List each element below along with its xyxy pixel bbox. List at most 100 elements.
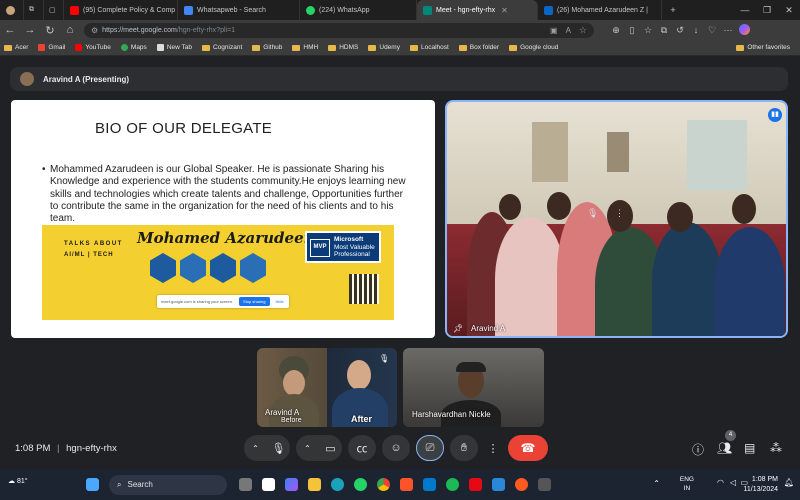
edge-icon [330, 478, 344, 491]
mic-off-icon: 🎙︎ [379, 354, 390, 363]
camera-icon[interactable]: ▭ [319, 442, 342, 455]
certification-badge-icon [210, 253, 236, 283]
profile-avatar[interactable] [0, 0, 24, 20]
captions-button[interactable]: ㏄ [348, 435, 376, 461]
minimize-button[interactable]: — [734, 5, 756, 15]
tab-meet[interactable]: Meet - hgn-efty-rhx ✕ [417, 0, 538, 20]
site-info-icon[interactable]: ⚙ [91, 26, 98, 35]
reload-button[interactable]: ↻ [40, 24, 60, 37]
present-button[interactable]: ⎚ [416, 435, 444, 461]
mic-options-chevron-icon[interactable]: ⌃ [244, 444, 267, 453]
bookmark-gmail[interactable]: Gmail [38, 44, 65, 51]
video-tile-harshavardhan[interactable]: Harshavardhan Nickle [403, 348, 544, 427]
stop-sharing-button[interactable]: Stop sharing [239, 297, 270, 306]
brave-app[interactable] [396, 475, 416, 495]
camera-in-use-icon[interactable]: ▣ [550, 26, 558, 35]
amazon-app[interactable] [258, 475, 278, 495]
bookmark-google-cloud[interactable]: Google cloud [509, 44, 558, 51]
workspaces-icon[interactable]: ⧉ [24, 0, 44, 20]
close-tab-icon[interactable]: ✕ [501, 6, 508, 15]
volume-icon[interactable]: ◁ [730, 478, 736, 487]
file-explorer-app[interactable] [304, 475, 324, 495]
start-button[interactable] [82, 475, 102, 495]
address-bar[interactable]: ⚙ https://meet.google.com/hgn-efty-rhx?p… [84, 22, 594, 38]
bookmark-github[interactable]: Github [252, 44, 282, 51]
tile-caption-after: After [351, 414, 373, 424]
more-menu-icon[interactable]: ⋯ [720, 25, 736, 36]
outlook-app[interactable] [511, 475, 531, 495]
more-options-icon[interactable]: ⋮ [615, 208, 624, 219]
bookmark-maps[interactable]: Maps [120, 44, 147, 51]
system-tray-chevron-icon[interactable]: ⌃ [653, 479, 660, 488]
slide-body-text: Mohammed Azarudeen is our Global Speaker… [50, 164, 406, 225]
microphone-icon[interactable]: 🎙︎ [267, 442, 290, 455]
bookmark-new-tab[interactable]: New Tab [156, 44, 192, 51]
browser-icon [514, 478, 528, 491]
meeting-info-button[interactable]: ⓘ [692, 441, 704, 458]
tab-bing-search[interactable]: Whatsapweb - Search [178, 0, 300, 20]
youtube-icon [75, 44, 83, 51]
new-tab-button[interactable]: + [662, 5, 684, 15]
bookmark-cognizant[interactable]: Cognizant [201, 44, 242, 51]
notifications-icon[interactable]: 🔔︎ [784, 478, 794, 487]
extensions-icon[interactable]: ⊕ [608, 25, 624, 36]
weather-icon: ☁ [8, 478, 15, 485]
video-tile-main[interactable]: ▮▮ 🎙︎ ⋮ 📌︎ Aravind A [445, 100, 788, 338]
video-tile-aravind[interactable]: 🎙︎ Aravind A Before After [257, 348, 397, 427]
read-aloud-icon[interactable]: A [566, 26, 571, 35]
downloads-icon[interactable]: ↓ [688, 25, 704, 35]
taskbar-clock[interactable]: 1:08 PM 11/13/2024 [743, 475, 778, 495]
split-screen-icon[interactable]: ▯ [624, 25, 640, 36]
hide-button[interactable]: Hide [276, 299, 284, 304]
camera-options-chevron-icon[interactable]: ⌃ [296, 444, 319, 453]
forward-button[interactable]: → [20, 24, 40, 36]
task-view-button[interactable] [235, 475, 255, 495]
maximize-button[interactable]: ❐ [756, 5, 778, 16]
edge-app[interactable] [327, 475, 347, 495]
history-icon[interactable]: ↺ [672, 25, 688, 36]
bookmark-localhost[interactable]: Localhost [409, 44, 449, 51]
netflix-app[interactable] [465, 475, 485, 495]
bookmark-box-folder[interactable]: Box folder [458, 44, 499, 51]
favorite-star-icon[interactable]: ☆ [579, 25, 587, 36]
meeting-details: 1:08 PM | hgn-efty-rhx [15, 443, 117, 454]
reactions-button[interactable]: ☺ [382, 435, 410, 461]
vscode-app[interactable] [419, 475, 439, 495]
collections-icon[interactable]: ⧉ [656, 25, 672, 36]
chrome-app[interactable] [373, 475, 393, 495]
photos-app[interactable] [488, 475, 508, 495]
whatsapp-app[interactable] [350, 475, 370, 495]
back-button[interactable]: ← [0, 24, 20, 36]
tab-actions-icon[interactable]: ▢ [44, 0, 64, 20]
more-options-button[interactable]: ⋮ [484, 435, 502, 461]
chat-button[interactable]: ▤ [744, 441, 755, 455]
tab-youtube[interactable]: (95) Complete Policy & Comp [64, 0, 178, 20]
people-button[interactable]: 👥︎ [717, 441, 732, 455]
copilot-app[interactable] [281, 475, 301, 495]
leave-call-button[interactable]: ☎︎ [508, 435, 548, 461]
weather-widget[interactable]: ☁ 81° [8, 477, 28, 485]
terminal-app[interactable] [534, 475, 554, 495]
favorites-icon[interactable]: ☆ [640, 25, 656, 36]
browser-essentials-icon[interactable]: ♡ [704, 25, 720, 36]
copilot-icon[interactable] [736, 23, 752, 37]
raise-hand-button[interactable]: ✋︎ [450, 435, 478, 461]
close-window-button[interactable]: ✕ [778, 5, 800, 16]
bookmark-udemy[interactable]: Udemy [368, 44, 400, 51]
tab-linkedin[interactable]: (26) Mohamed Azarudeen Z | [538, 0, 662, 20]
language-indicator[interactable]: ENG IN [680, 475, 694, 493]
bookmark-hmh[interactable]: HMH [292, 44, 318, 51]
bookmark-youtube[interactable]: YouTube [75, 44, 111, 51]
taskbar-search[interactable]: ⌕ Search [109, 474, 227, 495]
tab-whatsapp[interactable]: (224) WhatsApp [300, 0, 417, 20]
bookmark-acer[interactable]: Acer [4, 44, 28, 51]
wifi-icon[interactable]: ◠ [717, 478, 724, 487]
activities-button[interactable]: ⁂ [770, 441, 782, 455]
home-button[interactable]: ⌂ [60, 24, 80, 36]
bookmark-other-favorites[interactable]: Other favorites [736, 44, 790, 51]
bookmark-hdms[interactable]: HDMS [328, 44, 358, 51]
pin-icon[interactable]: 📌︎ [453, 324, 463, 333]
emoji-icon: ☺ [390, 442, 402, 454]
folder-icon [252, 44, 261, 51]
spotify-app[interactable] [442, 475, 462, 495]
